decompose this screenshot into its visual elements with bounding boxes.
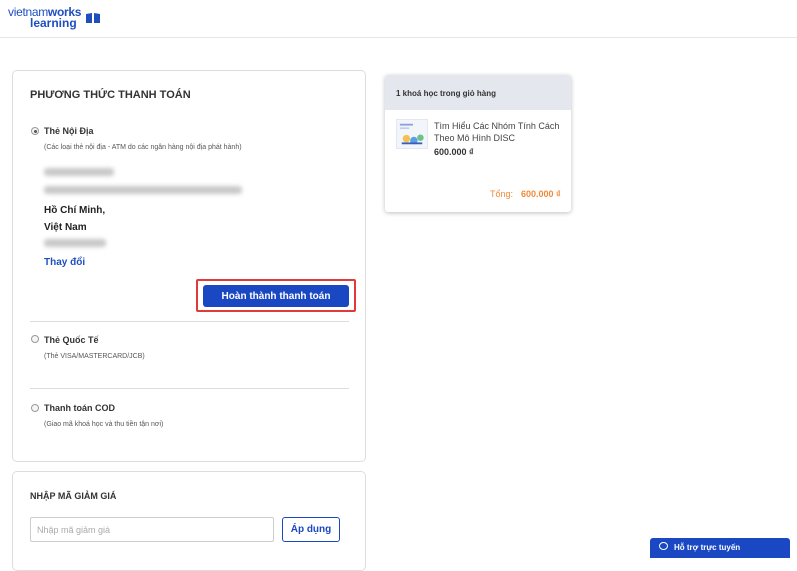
option-international-card-desc: (Thẻ VISA/MASTERCARD/JCB) [44, 353, 145, 360]
logo[interactable]: vietnamworks learning [8, 6, 81, 30]
address-country: Việt Nam [44, 222, 87, 233]
complete-payment-button[interactable]: Hoàn thành thanh toán [203, 285, 349, 307]
cart-header: 1 khoá học trong giỏ hàng [385, 75, 571, 110]
divider [30, 321, 349, 322]
apply-coupon-button[interactable]: Áp dụng [282, 517, 340, 542]
option-cod-label: Thanh toán COD [44, 403, 115, 413]
radio-domestic-card[interactable] [31, 127, 39, 135]
live-support-button[interactable]: Hỗ trợ trực tuyến [650, 538, 790, 558]
chat-bubble-icon [659, 542, 668, 550]
address-city: Hồ Chí Minh, [44, 205, 106, 216]
site-header: vietnamworks learning [0, 0, 797, 38]
option-cod-desc: (Giao mã khoá học và thu tiền tận nơi) [44, 421, 164, 428]
change-address-link[interactable]: Thay đổi [44, 257, 85, 268]
option-domestic-card-label: Thẻ Nội Địa [44, 126, 94, 136]
coupon-title: NHẬP MÃ GIẢM GIÁ [30, 491, 117, 501]
total-label: Tổng: [490, 189, 514, 199]
radio-international-card[interactable] [31, 335, 39, 343]
payment-method-panel: PHƯƠNG THỨC THANH TOÁN Thẻ Nội Địa (Các … [12, 70, 366, 462]
coupon-panel: NHẬP MÃ GIẢM GIÁ Áp dụng [12, 471, 366, 571]
logo-text-learning: learning [30, 16, 77, 30]
redacted-phone [44, 239, 106, 247]
live-support-label: Hỗ trợ trực tuyến [674, 543, 741, 552]
book-icon [86, 13, 100, 23]
redacted-street [44, 186, 242, 194]
coupon-input[interactable] [30, 517, 274, 542]
cart-summary: 1 khoá học trong giỏ hàng Tìm Hiểu Các N… [385, 75, 571, 212]
option-domestic-card-desc: (Các loại thẻ nội địa - ATM do các ngân … [44, 144, 242, 151]
course-title[interactable]: Tìm Hiểu Các Nhóm Tính Cách Theo Mô Hình… [434, 120, 564, 144]
course-price: 600.000 ₫ [434, 147, 474, 157]
total-value: 600.000 ₫ [521, 189, 561, 199]
radio-cod[interactable] [31, 404, 39, 412]
payment-method-title: PHƯƠNG THỨC THANH TOÁN [30, 89, 191, 101]
option-international-card-label: Thẻ Quốc Tế [44, 335, 99, 345]
redacted-name [44, 168, 114, 176]
divider [30, 388, 349, 389]
course-thumbnail[interactable] [396, 119, 428, 149]
